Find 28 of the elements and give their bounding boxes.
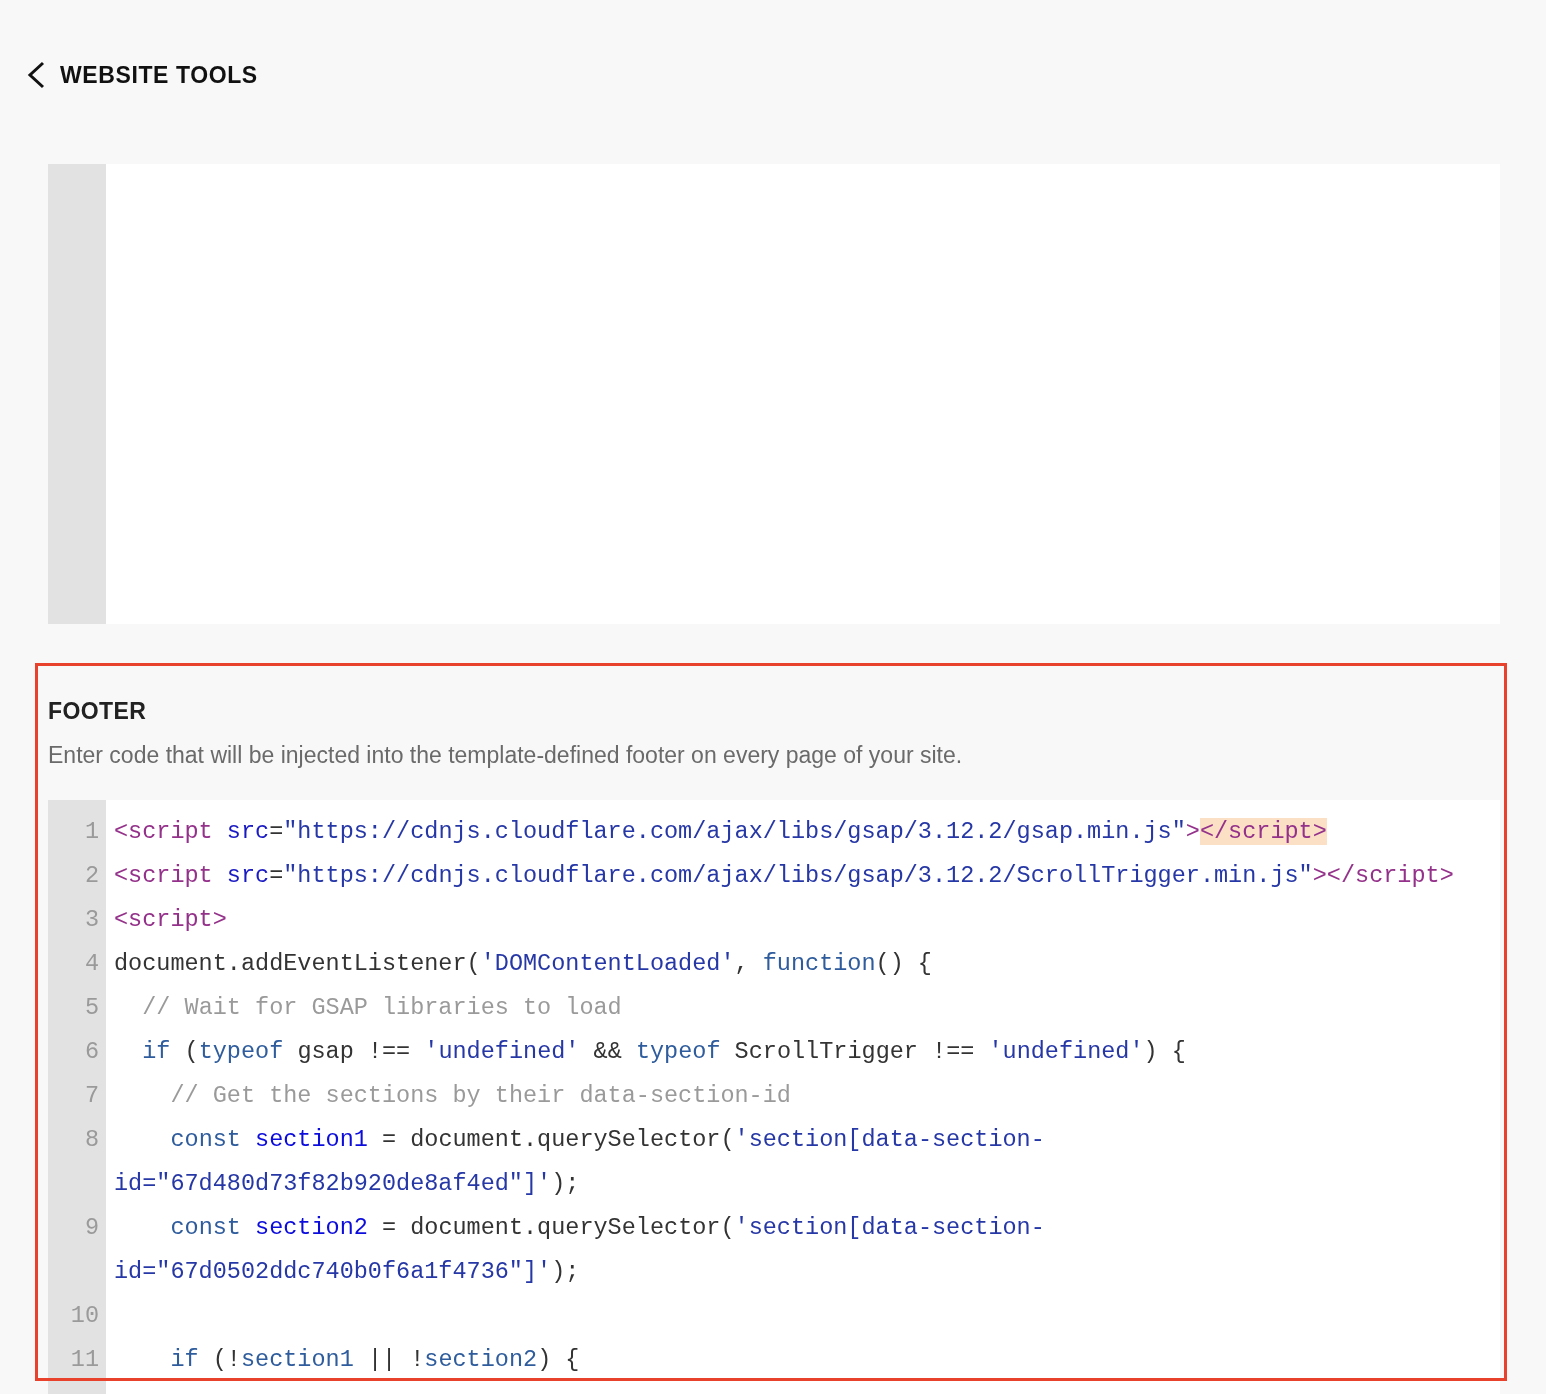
code-line: id="67d0502ddc740b0f6a1f4736"]'); [114, 1257, 580, 1285]
line-number: 8 [83, 1125, 99, 1153]
code-line: <script> [114, 905, 227, 933]
line-number: 7 [83, 1081, 99, 1109]
line-number: 9 [83, 1213, 99, 1241]
line-number: 11 [69, 1345, 99, 1373]
code-line: const section2 = document.querySelector('section[data-section- [169, 1213, 1045, 1241]
line-number: 2 [83, 861, 99, 889]
back-button[interactable]: WEBSITE TOOLS [26, 61, 258, 89]
section-heading: FOOTER [48, 698, 148, 724]
line-number: 6 [83, 1037, 99, 1065]
line-number: 3 [83, 905, 99, 933]
line-number: 4 [83, 949, 99, 977]
code-line: document.addEventListener('DOMContentLoaded', function() { [114, 949, 932, 977]
code-line: <script src="https://cdnjs.cloudflare.com/ajax/libs/gsap/3.12.2/gsap.min.js"></script> [114, 817, 1327, 845]
code-line: id="67d480d73f82b920de8af4ed"]'); [114, 1169, 580, 1197]
section-description: Enter code that will be injected into the template-defined footer on every page of your site. [48, 743, 964, 767]
code-line: <script src="https://cdnjs.cloudflare.com/ajax/libs/gsap/3.12.2/ScrollTrigger.min.js"></script> [114, 861, 1454, 889]
code-line: if (!section1 || !section2) { [169, 1345, 580, 1373]
code-line: if (typeof gsap !== 'undefined' && typeof ScrollTrigger !== 'undefined') { [141, 1037, 1186, 1065]
code-line: const section1 = document.querySelector('section[data-section- [169, 1125, 1045, 1153]
code-line: // Get the sections by their data-section-id [169, 1081, 791, 1109]
line-number: 5 [83, 993, 99, 1021]
line-number: 1 [83, 817, 99, 845]
code-line: // Wait for GSAP libraries to load [141, 993, 622, 1021]
chevron-left-icon [26, 61, 46, 89]
code-editor[interactable] [48, 800, 1500, 1394]
line-number: 10 [69, 1301, 99, 1329]
